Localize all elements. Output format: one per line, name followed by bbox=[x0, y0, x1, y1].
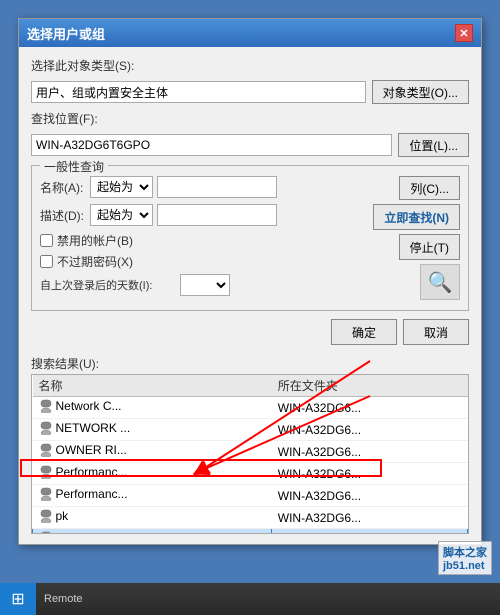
user-icon bbox=[39, 487, 53, 501]
result-name-cell: OWNER RI... bbox=[33, 441, 272, 463]
result-folder-cell: WIN-A32DG6... bbox=[272, 463, 468, 485]
results-data-table: 名称 所在文件夹 Network C...WIN-A32DG6... NETWO… bbox=[32, 375, 468, 534]
days-field-row: 自上次登录后的天数(I): bbox=[40, 274, 373, 296]
search-now-button[interactable]: 立即查找(N) bbox=[373, 204, 460, 230]
col-name-header: 名称 bbox=[33, 375, 272, 397]
bottom-buttons-row: 确定 取消 bbox=[31, 319, 469, 349]
watermark-text: 脚本之家 bbox=[443, 547, 487, 559]
group-right: 列(C)... 立即查找(N) 停止(T) 🔍 bbox=[373, 176, 460, 302]
object-type-input[interactable] bbox=[31, 81, 366, 103]
result-folder-cell: WIN-A32DG6... bbox=[272, 507, 468, 529]
name-field-row: 名称(A): 起始为 bbox=[40, 176, 373, 198]
result-name-cell: Performanc... bbox=[33, 463, 272, 485]
results-table[interactable]: 名称 所在文件夹 Network C...WIN-A32DG6... NETWO… bbox=[31, 374, 469, 534]
list-columns-button[interactable]: 列(C)... bbox=[399, 176, 460, 200]
location-label: 查找位置(F): bbox=[31, 110, 121, 127]
stop-button[interactable]: 停止(T) bbox=[399, 234, 460, 260]
results-label: 搜索结果(U): bbox=[31, 355, 469, 372]
result-name-cell: Network C... bbox=[33, 397, 272, 419]
user-icon bbox=[39, 531, 53, 534]
days-select[interactable] bbox=[180, 274, 230, 296]
desc-input[interactable] bbox=[157, 204, 277, 226]
taskbar-label: Remote bbox=[36, 593, 91, 605]
result-folder-cell: WIN-A32DG6... bbox=[272, 441, 468, 463]
dialog-title: 选择用户或组 bbox=[27, 24, 105, 43]
result-folder-cell: WIN-A32DG6... bbox=[272, 529, 468, 535]
col-folder-header: 所在文件夹 bbox=[272, 375, 468, 397]
groupbox-title: 一般性查询 bbox=[40, 158, 108, 175]
start-button[interactable]: ⊞ bbox=[0, 583, 36, 615]
dialog-body: 选择此对象类型(S): 对象类型(O)... 查找位置(F): 位置(L)...… bbox=[19, 47, 481, 544]
no-expire-password-checkbox[interactable] bbox=[40, 255, 53, 268]
group-left: 名称(A): 起始为 描述(D): 起始为 bbox=[40, 176, 373, 302]
watermark-url: jb51.net bbox=[443, 560, 485, 572]
days-label: 自上次登录后的天数(I): bbox=[40, 277, 180, 293]
location-input[interactable] bbox=[31, 134, 392, 156]
no-expire-password-row: 不过期密码(X) bbox=[40, 253, 373, 270]
disabled-accounts-label: 禁用的帐户(B) bbox=[57, 232, 133, 249]
location-label-row: 查找位置(F): bbox=[31, 110, 469, 127]
object-type-row: 选择此对象类型(S): bbox=[31, 57, 469, 74]
user-icon bbox=[39, 399, 53, 413]
select-user-dialog: 选择用户或组 ✕ 选择此对象类型(S): 对象类型(O)... 查找位置(F):… bbox=[18, 18, 482, 545]
close-button[interactable]: ✕ bbox=[455, 24, 473, 42]
search-icon: 🔍 bbox=[420, 264, 460, 300]
general-query-groupbox: 一般性查询 名称(A): 起始为 描 bbox=[31, 165, 469, 311]
object-type-label: 选择此对象类型(S): bbox=[31, 57, 134, 74]
result-name-cell: pk bbox=[33, 507, 272, 529]
name-input[interactable] bbox=[157, 176, 277, 198]
result-folder-cell: WIN-A32DG6... bbox=[272, 419, 468, 441]
table-row[interactable]: Performanc...WIN-A32DG6... bbox=[33, 463, 468, 485]
watermark: 脚本之家 jb51.net bbox=[438, 541, 492, 575]
name-select-wrap: 起始为 bbox=[90, 176, 277, 198]
table-row[interactable]: Performanc...WIN-A32DG6... bbox=[33, 485, 468, 507]
result-folder-cell: WIN-A32DG6... bbox=[272, 485, 468, 507]
disabled-accounts-row: 禁用的帐户(B) bbox=[40, 232, 373, 249]
desc-select-wrap: 起始为 bbox=[90, 204, 277, 226]
location-input-row: 位置(L)... bbox=[31, 133, 469, 157]
table-row[interactable]: Network C...WIN-A32DG6... bbox=[33, 397, 468, 419]
user-icon bbox=[39, 509, 53, 523]
object-type-input-row: 对象类型(O)... bbox=[31, 80, 469, 104]
location-button[interactable]: 位置(L)... bbox=[398, 133, 469, 157]
name-select[interactable]: 起始为 bbox=[90, 176, 153, 198]
result-name-cell: NETWORK ... bbox=[33, 419, 272, 441]
table-row[interactable]: OWNER RI...WIN-A32DG6... bbox=[33, 441, 468, 463]
result-name-cell: Performanc... bbox=[33, 485, 272, 507]
name-label: 名称(A): bbox=[40, 179, 90, 196]
user-icon bbox=[39, 465, 53, 479]
desc-select[interactable]: 起始为 bbox=[90, 204, 153, 226]
result-name-cell: pkaust8 bbox=[33, 529, 272, 535]
table-row[interactable]: pkWIN-A32DG6... bbox=[33, 507, 468, 529]
user-icon bbox=[39, 443, 53, 457]
no-expire-password-label: 不过期密码(X) bbox=[57, 253, 133, 270]
taskbar: ⊞ Remote bbox=[0, 583, 500, 615]
dialog-titlebar: 选择用户或组 ✕ bbox=[19, 19, 481, 47]
ok-button[interactable]: 确定 bbox=[331, 319, 397, 345]
table-row[interactable]: NETWORK ...WIN-A32DG6... bbox=[33, 419, 468, 441]
disabled-accounts-checkbox[interactable] bbox=[40, 234, 53, 247]
desc-field-row: 描述(D): 起始为 bbox=[40, 204, 373, 226]
result-folder-cell: WIN-A32DG6... bbox=[272, 397, 468, 419]
desc-label: 描述(D): bbox=[40, 207, 90, 224]
cancel-button[interactable]: 取消 bbox=[403, 319, 469, 345]
group-inner: 名称(A): 起始为 描述(D): 起始为 bbox=[40, 176, 460, 302]
table-row[interactable]: pkaust8WIN-A32DG6... bbox=[33, 529, 468, 535]
user-icon bbox=[39, 421, 53, 435]
object-type-button[interactable]: 对象类型(O)... bbox=[372, 80, 469, 104]
